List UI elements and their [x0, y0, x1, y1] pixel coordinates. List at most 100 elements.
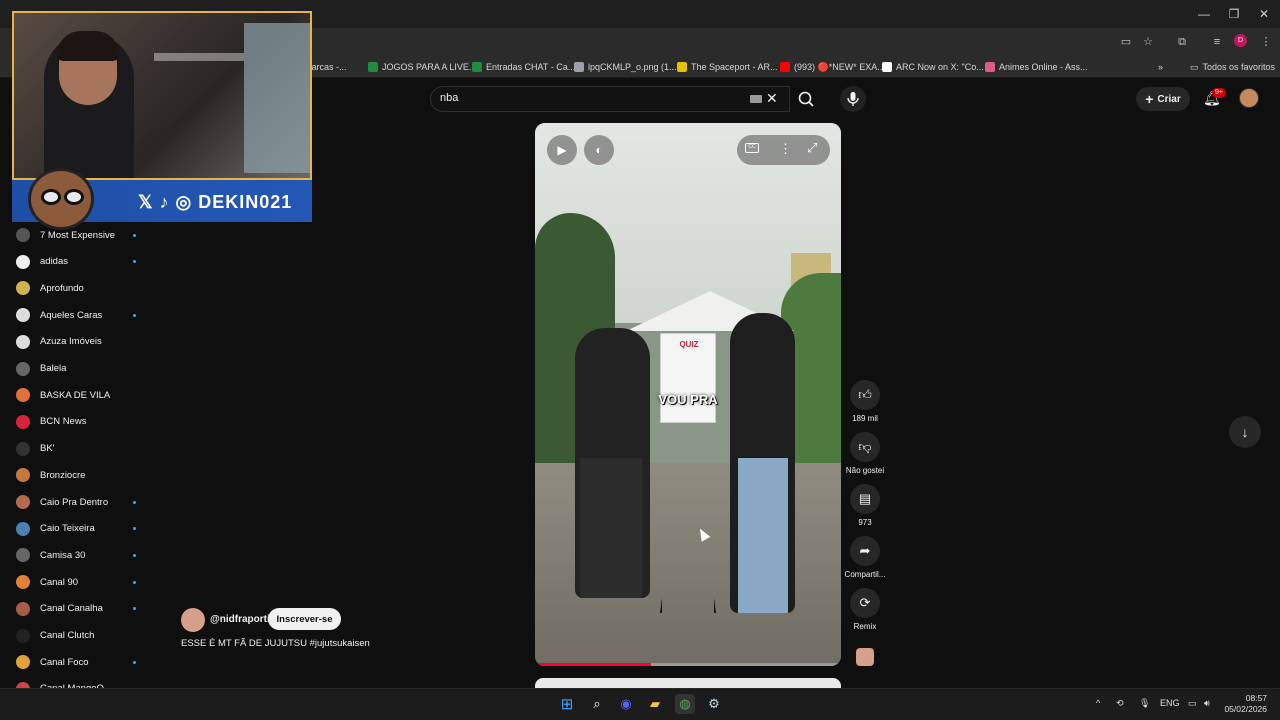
star-icon[interactable]: ☆ [1140, 34, 1156, 50]
search-query[interactable]: nba [440, 92, 458, 104]
streamer-webcam [12, 11, 312, 180]
bookmark-item[interactable]: ARC Now on X: "Co... [882, 59, 984, 75]
captions-icon[interactable]: CC [745, 143, 759, 153]
video-description: ESSE É MT FÃ DE JUJUTSU #jujutsukaisen [181, 638, 370, 649]
bookmark-item[interactable]: JOGOS PARA A LIVE... [368, 59, 476, 75]
more-bookmarks-icon[interactable]: » [1158, 59, 1163, 75]
channel-avatar-icon [16, 601, 30, 616]
cast-icon[interactable]: ▭ [1118, 34, 1134, 50]
account-avatar[interactable] [1239, 88, 1259, 108]
sync-icon[interactable]: ⟲ [1116, 698, 1124, 709]
sidebar-channel-item[interactable]: Bronziocre [16, 464, 136, 486]
windows-start-icon[interactable]: ⊞ [557, 694, 577, 714]
channel-avatar[interactable] [181, 608, 205, 632]
channel-avatar-icon [16, 281, 30, 296]
bookmark-item[interactable]: (993) 🔴*NEW* EXA... [780, 59, 885, 75]
file-explorer-icon[interactable]: ▰ [645, 694, 665, 714]
extensions-icon[interactable]: ⧉ [1174, 34, 1190, 50]
mic-tray-icon[interactable]: 🎙︎ [1139, 698, 1150, 709]
subscribe-button[interactable]: Inscrever-se [268, 608, 341, 630]
sidebar-channel-item[interactable]: Azuza Imóveis [16, 331, 136, 353]
globe-icon [574, 62, 584, 72]
profile-icon[interactable]: D [1234, 34, 1247, 47]
short-video-player[interactable]: QUIZ VOU PRA ▶ ◐ CC ⋮ ⤢ [535, 123, 841, 666]
sidebar-channel-item[interactable]: BK' [16, 438, 136, 460]
sidebar-channel-item[interactable]: Canal Foco [16, 651, 136, 673]
like-count: 189 mil [852, 414, 878, 423]
new-content-dot [133, 260, 136, 264]
anime-icon [985, 62, 995, 72]
like-button[interactable]: 👍︎ 189 mil [843, 380, 887, 423]
channel-avatar-icon [16, 254, 30, 269]
new-content-dot [133, 553, 136, 557]
share-button[interactable]: ➦ Compartil... [843, 536, 887, 579]
all-bookmarks-button[interactable]: ▭ Todos os favoritos [1190, 59, 1275, 75]
clock-time[interactable]: 08:57 [1219, 693, 1267, 703]
bookmark-item[interactable]: The Spaceport - AR... [677, 59, 778, 75]
sidebar-channel-item[interactable]: 7 Most Expensive [16, 224, 136, 246]
voice-search-button[interactable] [840, 86, 866, 112]
fullscreen-icon[interactable]: ⤢ [807, 140, 817, 156]
dislike-label: Não gostei [845, 466, 885, 475]
comments-button[interactable]: ▤ 973 [843, 484, 887, 527]
sidebar-channel-item[interactable]: Canal 90 [16, 571, 136, 593]
remix-button[interactable]: ⟳ Remix [843, 588, 887, 631]
keyboard-icon[interactable] [750, 95, 762, 103]
bookmark-item[interactable]: Animes Online - Ass... [985, 59, 1088, 75]
new-content-dot [133, 313, 136, 317]
search-input[interactable] [430, 86, 790, 112]
play-button[interactable]: ▶ [547, 135, 577, 165]
discord-icon[interactable]: ◉ [616, 694, 636, 714]
minimize-icon[interactable]: — [1196, 6, 1212, 22]
sidebar-channel-item[interactable]: BCN News [16, 411, 136, 433]
sidebar-channel-item[interactable]: Canal Canalha [16, 598, 136, 620]
sidebar-channel-item[interactable]: Caio Teixeira [16, 518, 136, 540]
x-icon: 𝕏 [138, 192, 154, 212]
sidebar-channel-item[interactable]: Aprofundo [16, 277, 136, 299]
next-video-button[interactable]: ↓ [1229, 416, 1261, 448]
close-icon[interactable]: ✕ [1256, 6, 1272, 22]
plus-icon: + [1145, 91, 1154, 107]
queue-icon[interactable]: ≡ [1209, 34, 1225, 50]
sidebar-channel-item[interactable]: Balela [16, 358, 136, 380]
channel-avatar-icon [16, 414, 30, 429]
sidebar-channel-item[interactable]: Aqueles Caras [16, 304, 136, 326]
display-icon[interactable]: ▭ [1188, 698, 1197, 709]
sound-thumbnail[interactable] [843, 648, 887, 666]
channel-name[interactable]: @nidfraporti [210, 614, 270, 625]
new-content-dot [133, 580, 136, 584]
bookmark-item[interactable]: lpqCKMLP_o.png (1... [574, 59, 677, 75]
volume-tray-icon[interactable]: 🔊︎ [1204, 698, 1210, 709]
comment-icon: ▤ [850, 484, 880, 514]
sidebar-channel-item[interactable]: BASKA DE VILA [16, 384, 136, 406]
channel-avatar-icon [16, 655, 30, 670]
channel-avatar-icon [16, 521, 30, 536]
player-controls-group: CC ⋮ ⤢ [737, 135, 830, 165]
create-button[interactable]: + Criar [1136, 87, 1190, 111]
search-button[interactable] [790, 86, 824, 112]
clear-search-icon[interactable]: ✕ [766, 90, 778, 107]
microphone-icon [847, 92, 859, 106]
sheets-icon [368, 62, 378, 72]
arrow-down-icon: ↓ [1241, 424, 1249, 440]
sidebar-channel-item[interactable]: Canal Clutch [16, 625, 136, 647]
sidebar-channel-item[interactable]: Caio Pra Dentro [16, 491, 136, 513]
search-icon[interactable]: ⌕ [587, 694, 607, 714]
restore-icon[interactable]: ❐ [1226, 6, 1242, 22]
chrome-icon[interactable]: ◍ [675, 694, 695, 714]
channel-avatar-icon [16, 334, 30, 349]
language-indicator[interactable]: ENG [1160, 698, 1180, 708]
steam-icon[interactable]: ⚙ [704, 694, 724, 714]
video-progress-bar[interactable] [535, 663, 841, 666]
more-options-icon[interactable]: ⋮ [779, 141, 792, 157]
mute-button[interactable]: ◐ [584, 135, 614, 165]
sidebar-channel-item[interactable]: adidas [16, 251, 136, 273]
dislike-button[interactable]: 👎︎ Não gostei [843, 432, 887, 475]
tray-overflow-icon[interactable]: ^ [1096, 698, 1100, 708]
clock-date[interactable]: 05/02/2026 [1219, 704, 1267, 714]
menu-icon[interactable]: ⋮ [1258, 34, 1274, 50]
channel-avatar-icon [16, 575, 30, 590]
sidebar-channel-item[interactable]: Camisa 30 [16, 544, 136, 566]
bookmark-item[interactable]: Entradas CHAT - Ca... [472, 59, 575, 75]
channel-avatar-icon [16, 308, 30, 323]
